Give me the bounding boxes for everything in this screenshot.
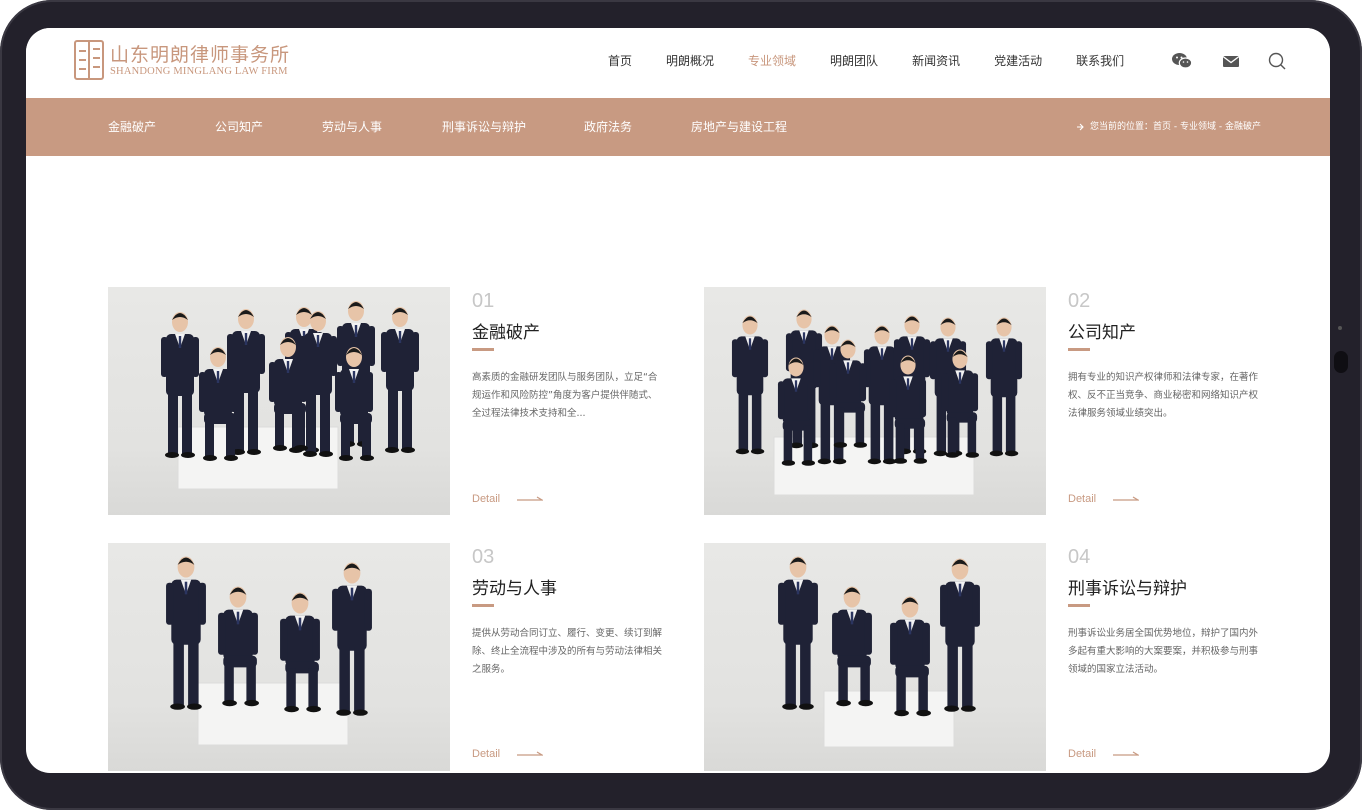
detail-link[interactable]: Detail [1068, 748, 1096, 760]
subnav-item-labor-hr[interactable]: 劳动与人事 [322, 118, 382, 135]
card-description: 刑事诉讼业务居全国优势地位，辩护了国内外多起有重大影响的大案要案，并积极参与刑事… [1068, 628, 1259, 675]
card-title[interactable]: 金融破产 [472, 318, 540, 343]
person-figure [381, 307, 419, 453]
studio-cube [197, 682, 349, 746]
device-side-button [1334, 351, 1348, 373]
card-number: 03 [472, 546, 495, 568]
nav-item-practice-areas[interactable]: 专业领域 [748, 52, 796, 70]
card-number: 04 [1068, 546, 1091, 568]
main-nav: 首页 明朗概况 专业领域 明朗团队 新闻资讯 党建活动 联系我们 [608, 52, 1158, 70]
title-underline [472, 604, 494, 607]
practice-subnav-bar: 金融破产 公司知产 劳动与人事 刑事诉讼与辩护 政府法务 房地产与建设工程 您当… [26, 98, 1330, 156]
person-figure [940, 558, 980, 712]
detail-link[interactable]: Detail [472, 493, 500, 505]
person-figure [731, 315, 769, 455]
logo-icon[interactable] [74, 40, 104, 80]
subnav-item-government-legal[interactable]: 政府法务 [584, 118, 632, 135]
team-photo[interactable] [704, 543, 1046, 771]
detail-link[interactable]: Detail [1068, 493, 1096, 505]
subnav-item-criminal-defense[interactable]: 刑事诉讼与辩护 [442, 118, 526, 135]
nav-item-about[interactable]: 明朗概况 [666, 52, 714, 70]
subnav-item-real-estate[interactable]: 房地产与建设工程 [691, 118, 787, 135]
mail-icon[interactable] [1220, 50, 1242, 72]
card-title[interactable]: 劳动与人事 [472, 574, 557, 599]
card-number: 01 [472, 290, 495, 312]
practice-card[interactable]: 03 劳动与人事 提供从劳动合同订立、履行、变更、续订到解除、终止全流程中涉及的… [108, 543, 668, 771]
arrow-right-icon[interactable] [517, 749, 543, 759]
arrow-right-icon[interactable] [517, 494, 543, 504]
card-description: 提供从劳动合同订立、履行、变更、续订到解除、终止全流程中涉及的所有与劳动法律相关… [472, 628, 663, 675]
arrow-right-icon[interactable] [1113, 749, 1139, 759]
nav-item-team[interactable]: 明朗团队 [830, 52, 878, 70]
breadcrumb: 您当前的位置：首页 - 专业领域 - 金融破产 [1090, 122, 1261, 132]
wechat-icon[interactable] [1171, 50, 1193, 72]
subnav-item-corporate-ip[interactable]: 公司知产 [215, 118, 263, 135]
logo-name-cn[interactable]: 山东明朗律师事务所 [110, 40, 290, 67]
title-underline [1068, 348, 1090, 351]
team-photo[interactable] [108, 543, 450, 771]
site-header: 山东明朗律师事务所 SHANDONG MINGLANG LAW FIRM 首页 … [26, 28, 1330, 98]
chevron-right-icon [1077, 123, 1084, 131]
arrow-right-icon[interactable] [1113, 494, 1139, 504]
team-photo[interactable] [704, 287, 1046, 515]
nav-item-contact[interactable]: 联系我们 [1076, 52, 1124, 70]
detail-link[interactable]: Detail [472, 748, 500, 760]
card-title[interactable]: 刑事诉讼与辩护 [1068, 574, 1187, 599]
person-figure [832, 586, 873, 707]
person-figure [985, 317, 1023, 457]
logo-name-en[interactable]: SHANDONG MINGLANG LAW FIRM [110, 66, 288, 77]
title-underline [472, 348, 494, 351]
person-figure [778, 556, 818, 710]
card-description: 高素质的金融研发团队与服务团队，立足“合规运作和风险防控”角度为客户提供伴随式、… [472, 372, 658, 419]
search-icon[interactable] [1266, 50, 1288, 72]
device-camera [1338, 326, 1342, 330]
practice-card[interactable]: 04 刑事诉讼与辩护 刑事诉讼业务居全国优势地位，辩护了国内外多起有重大影响的大… [704, 543, 1264, 771]
nav-item-news[interactable]: 新闻资讯 [912, 52, 960, 70]
team-photo[interactable] [108, 287, 450, 515]
title-underline [1068, 604, 1090, 607]
card-description: 拥有专业的知识产权律师和法律专家，在著作权、反不正当竞争、商业秘密和网络知识产权… [1068, 372, 1259, 419]
browser-screen: 山东明朗律师事务所 SHANDONG MINGLANG LAW FIRM 首页 … [26, 28, 1330, 773]
practice-card[interactable]: 01 金融破产 高素质的金融研发团队与服务团队，立足“合规运作和风险防控”角度为… [108, 287, 668, 515]
nav-item-home[interactable]: 首页 [608, 52, 632, 70]
card-title[interactable]: 公司知产 [1068, 318, 1136, 343]
practice-card[interactable]: 02 公司知产 拥有专业的知识产权律师和法律专家，在著作权、反不正当竞争、商业秘… [704, 287, 1264, 515]
card-number: 02 [1068, 290, 1091, 312]
subnav-item-finance-bankruptcy[interactable]: 金融破产 [108, 118, 156, 135]
nav-item-party-activities[interactable]: 党建活动 [994, 52, 1042, 70]
